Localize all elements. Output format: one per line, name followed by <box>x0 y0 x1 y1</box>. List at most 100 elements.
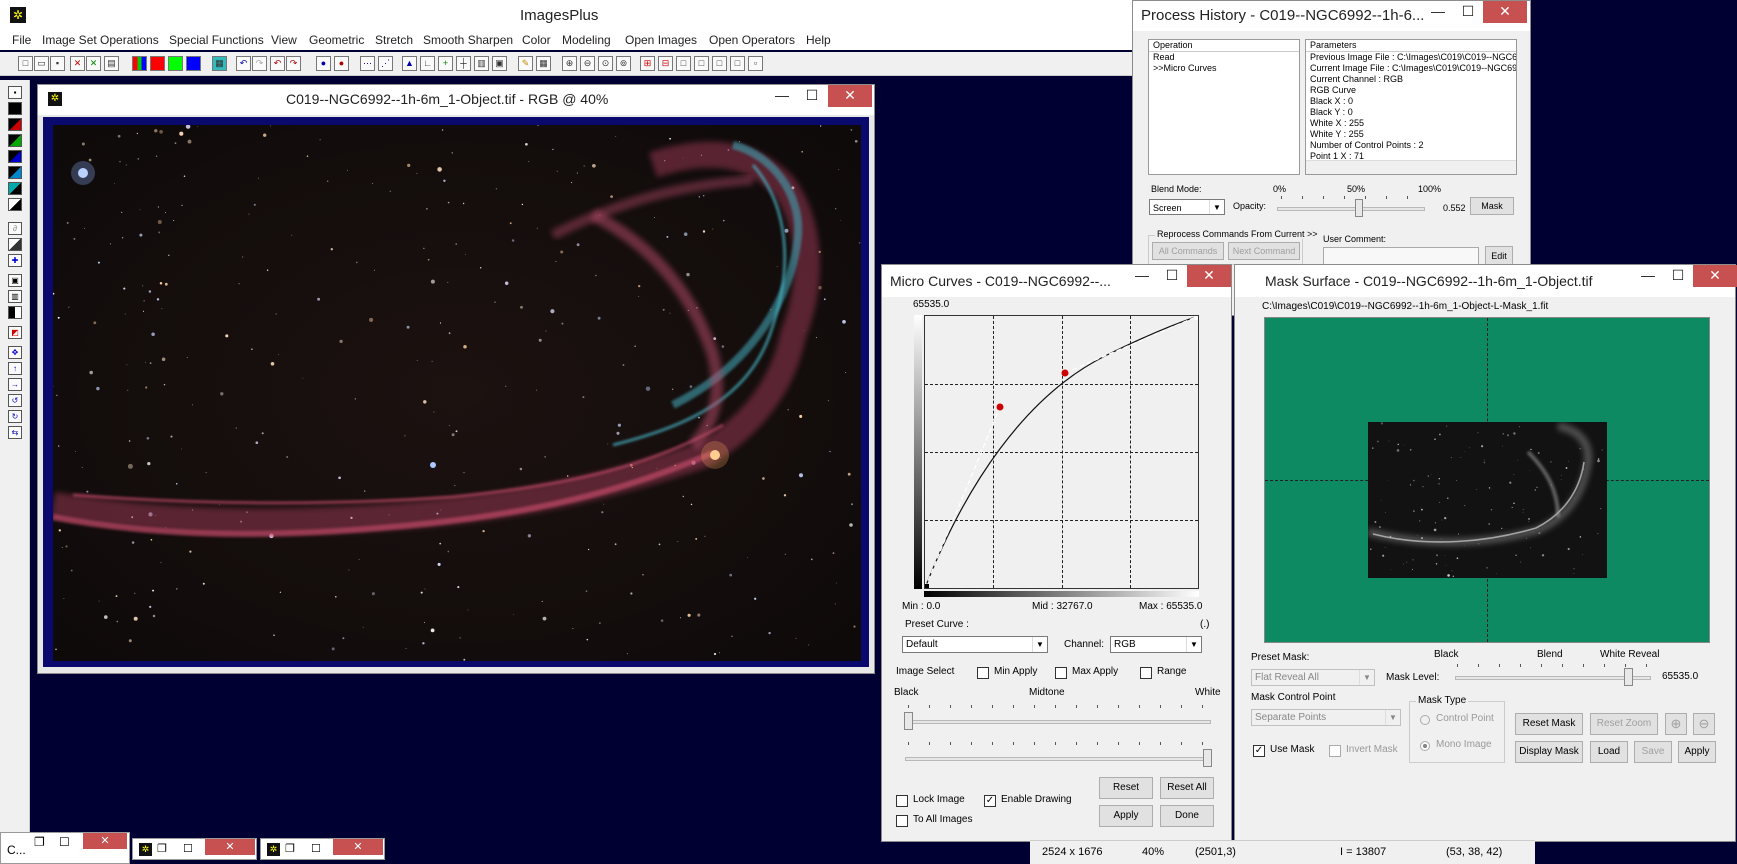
edit-button[interactable]: Edit <box>1485 246 1513 266</box>
redo-all-icon[interactable]: ↷ <box>286 56 301 71</box>
tool-bw-icon[interactable] <box>8 198 22 211</box>
restore-icon[interactable]: ❐ <box>285 842 295 855</box>
zoom-in-icon[interactable]: ⊕ <box>1665 713 1687 735</box>
control-point-2[interactable] <box>1061 369 1069 377</box>
control-point-1[interactable] <box>996 403 1004 411</box>
minimize-icon[interactable]: — <box>767 85 797 107</box>
apply-button[interactable]: Apply <box>1099 805 1153 827</box>
maximize-icon[interactable]: ☐ <box>797 85 827 107</box>
tool-green-icon[interactable] <box>8 134 22 147</box>
tree-icon[interactable]: ⋰ <box>378 56 393 71</box>
parameters-list[interactable]: Parameters Previous Image File : C:\Imag… <box>1305 39 1517 175</box>
maximize-icon[interactable]: ☐ <box>59 835 70 849</box>
close-icon[interactable]: ✕ <box>1483 1 1527 23</box>
load-button[interactable]: Load <box>1590 741 1628 763</box>
tool-black-icon[interactable] <box>8 102 22 115</box>
menu-image-set-operations[interactable]: Image Set Operations <box>42 33 159 47</box>
close-icon[interactable]: ✕ <box>205 839 255 855</box>
minimize-icon[interactable]: — <box>1127 265 1157 287</box>
to-all-images-checkbox[interactable] <box>896 815 908 827</box>
save-icon[interactable]: ▪ <box>50 56 65 71</box>
maximize-icon[interactable]: ☐ <box>1157 265 1187 287</box>
square-4-icon[interactable]: □ <box>730 56 745 71</box>
mask-level-slider-track[interactable] <box>1455 676 1651 680</box>
remove-red-icon[interactable]: ⊟ <box>658 56 673 71</box>
opacity-slider-thumb[interactable] <box>1354 199 1363 217</box>
zoom-out-icon[interactable]: ⊖ <box>1693 713 1715 735</box>
add-red-icon[interactable]: ⊞ <box>640 56 655 71</box>
opacity-slider-track[interactable] <box>1277 207 1425 211</box>
tool-red-icon[interactable] <box>8 118 22 131</box>
mask-button[interactable]: Mask <box>1470 197 1514 215</box>
maximize-icon[interactable]: ☐ <box>311 842 321 855</box>
black-midtone-slider-track[interactable] <box>905 720 1211 724</box>
tool-select-icon[interactable]: ◩ <box>8 326 22 339</box>
next-command-button[interactable]: Next Command <box>1228 242 1300 260</box>
circle-blue-icon[interactable]: ● <box>316 56 331 71</box>
green-channel-icon[interactable] <box>168 56 183 71</box>
black-slider-thumb[interactable] <box>904 712 913 730</box>
close-icon[interactable]: ✕ <box>828 85 872 107</box>
tool-cyan-icon[interactable] <box>8 182 22 195</box>
display-mask-button[interactable]: Display Mask <box>1515 741 1583 763</box>
tool-rotate-left-icon[interactable]: ↺ <box>8 394 22 407</box>
mask-control-point-select[interactable]: Separate Points ▼ <box>1251 709 1401 726</box>
max-apply-checkbox[interactable] <box>1055 667 1067 679</box>
crosshair-icon[interactable]: ┼ <box>456 56 471 71</box>
redo-icon[interactable]: ↷ <box>252 56 267 71</box>
menu-file[interactable]: File <box>12 33 31 47</box>
picture-icon[interactable]: ▣ <box>492 56 507 71</box>
curve-plot[interactable] <box>924 315 1199 589</box>
undo-icon[interactable]: ↶ <box>236 56 251 71</box>
all-commands-button[interactable]: All Commands <box>1152 242 1224 260</box>
zoom-actual-icon[interactable]: ⊚ <box>616 56 631 71</box>
square-5-icon[interactable]: ▫ <box>748 56 763 71</box>
close-icon[interactable]: ✕ <box>333 839 383 855</box>
plus-green-icon[interactable]: + <box>438 56 453 71</box>
parameters-hscrollbar[interactable] <box>1306 160 1516 174</box>
reset-zoom-button[interactable]: Reset Zoom <box>1590 713 1658 735</box>
mask-apply-button[interactable]: Apply <box>1678 741 1716 763</box>
operation-item[interactable]: Read <box>1149 52 1299 63</box>
square-3-icon[interactable]: □ <box>712 56 727 71</box>
menu-modeling[interactable]: Modeling <box>562 33 611 47</box>
undo-all-icon[interactable]: ↶ <box>270 56 285 71</box>
tool-frame-icon[interactable]: ▣ <box>8 274 22 287</box>
tool-save-icon[interactable]: ▪ <box>8 86 22 99</box>
tool-plus-icon[interactable]: ✚ <box>8 254 22 267</box>
close-icon[interactable]: ✕ <box>70 56 85 71</box>
maximize-icon[interactable]: ☐ <box>183 842 193 855</box>
restore-icon[interactable]: ❐ <box>34 835 45 849</box>
triangle-icon[interactable]: ▲ <box>402 56 417 71</box>
minimize-icon[interactable]: — <box>1423 1 1453 23</box>
restore-icon[interactable]: ❐ <box>157 842 167 855</box>
tool-bars-icon[interactable]: ▥ <box>8 290 22 303</box>
table-icon[interactable]: ▦ <box>212 56 227 71</box>
close-icon[interactable]: ✕ <box>1187 265 1231 287</box>
tool-right-icon[interactable]: → <box>8 378 22 391</box>
enable-drawing-checkbox[interactable]: ✓ <box>984 795 996 807</box>
angle-icon[interactable]: ∟ <box>420 56 435 71</box>
menu-view[interactable]: View <box>271 33 297 47</box>
mono-image-radio[interactable] <box>1420 741 1430 751</box>
invert-mask-checkbox[interactable] <box>1329 745 1341 757</box>
operation-item[interactable]: >>Micro Curves <box>1149 63 1299 74</box>
tool-split-icon[interactable] <box>8 306 22 319</box>
menu-geometric[interactable]: Geometric <box>309 33 364 47</box>
zoom-in-icon[interactable]: ⊕ <box>562 56 577 71</box>
open-icon[interactable]: ▭ <box>34 56 49 71</box>
nebula-image[interactable] <box>53 125 861 661</box>
tool-rotate-right-icon[interactable]: ↻ <box>8 410 22 423</box>
tool-move-icon[interactable]: ✥ <box>8 346 22 359</box>
control-point-radio[interactable] <box>1420 715 1430 725</box>
cross-green-icon[interactable]: ✕ <box>86 56 101 71</box>
reset-mask-button[interactable]: Reset Mask <box>1515 713 1583 735</box>
zoom-fit-icon[interactable]: ⊙ <box>598 56 613 71</box>
preset-mask-select[interactable]: Flat Reveal All ▼ <box>1251 669 1375 686</box>
menu-stretch[interactable]: Stretch <box>375 33 413 47</box>
tool-flip-icon[interactable]: ⇆ <box>8 426 22 439</box>
grid-small-icon[interactable]: ▥ <box>474 56 489 71</box>
tool-up-icon[interactable]: ↑ <box>8 362 22 375</box>
menu-help[interactable]: Help <box>806 33 831 47</box>
new-icon[interactable]: □ <box>18 56 33 71</box>
